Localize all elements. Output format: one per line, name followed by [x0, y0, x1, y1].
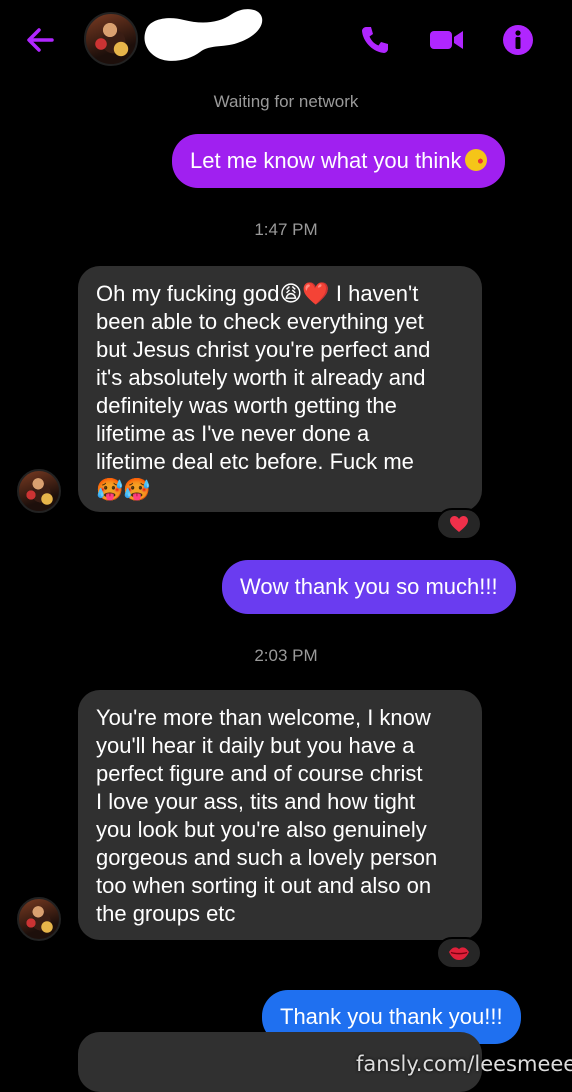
heart-reaction-icon[interactable]: [436, 508, 482, 540]
message-bubble-outgoing[interactable]: Wow thank you so much!!!: [222, 560, 516, 614]
watermark: fansly.com/leesmeee: [356, 1052, 572, 1076]
kissing-face-emoji-icon: [465, 149, 488, 171]
phone-icon[interactable]: [359, 24, 391, 56]
network-status: Waiting for network: [213, 92, 359, 111]
redacted-contact-name: [140, 4, 264, 66]
sender-avatar: [17, 897, 61, 941]
timestamp: 2:03 PM: [254, 646, 318, 665]
message-bubble-incoming[interactable]: Oh my fucking god😩❤️ I haven't been able…: [78, 266, 482, 512]
message-bubble-incoming[interactable]: You're more than welcome, I know you'll …: [78, 690, 482, 940]
message-text: Let me know what you think: [190, 148, 462, 173]
kiss-lips-reaction-icon[interactable]: [436, 937, 482, 969]
message-bubble-outgoing[interactable]: Let me know what you think: [172, 134, 506, 188]
video-camera-icon[interactable]: [429, 24, 463, 56]
info-icon[interactable]: [502, 24, 534, 56]
timestamp: 1:47 PM: [254, 220, 318, 239]
sender-avatar: [17, 469, 61, 513]
back-arrow-icon[interactable]: [22, 22, 58, 58]
contact-avatar[interactable]: [84, 12, 138, 66]
